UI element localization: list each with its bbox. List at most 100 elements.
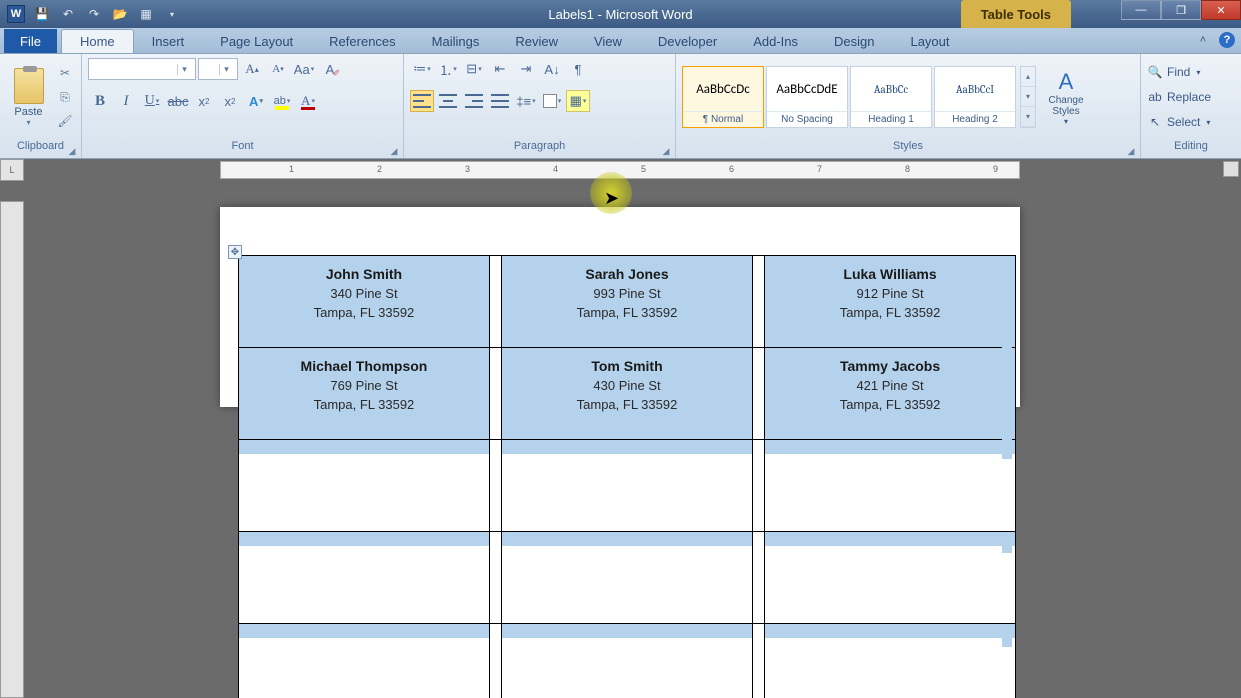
- tab-review[interactable]: Review: [497, 29, 576, 53]
- label-cell[interactable]: [502, 532, 753, 624]
- find-button[interactable]: 🔍Find▾: [1147, 61, 1217, 83]
- new-icon[interactable]: ▦: [134, 3, 158, 25]
- highlight-color-icon[interactable]: ab: [270, 90, 294, 112]
- minimize-button[interactable]: —: [1121, 0, 1161, 20]
- sort-icon[interactable]: A↓: [540, 58, 564, 80]
- format-painter-icon[interactable]: 🖌: [55, 111, 75, 131]
- font-name-combo[interactable]: ▾: [88, 58, 196, 80]
- label-cell[interactable]: Michael Thompson769 Pine StTampa, FL 335…: [239, 348, 490, 440]
- styles-gallery[interactable]: AaBbCcDc¶ NormalAaBbCcDdENo SpacingAaBbC…: [682, 66, 1016, 128]
- label-cell[interactable]: John Smith340 Pine StTampa, FL 33592: [239, 256, 490, 348]
- table-move-handle-icon[interactable]: ✥: [228, 245, 242, 259]
- paragraph-launcher-icon[interactable]: ◢: [661, 146, 671, 156]
- label-spacer: [489, 348, 501, 440]
- clipboard-launcher-icon[interactable]: ◢: [67, 146, 77, 156]
- increase-indent-icon[interactable]: ⇥: [514, 58, 538, 80]
- page[interactable]: John Smith340 Pine StTampa, FL 33592Sara…: [220, 207, 1020, 407]
- select-button[interactable]: ↖Select▾: [1147, 111, 1217, 133]
- line-spacing-icon[interactable]: ‡≡: [514, 90, 538, 112]
- show-hide-icon[interactable]: ¶: [566, 58, 590, 80]
- label-name: Luka Williams: [765, 266, 1015, 282]
- strikethrough-button[interactable]: abc: [166, 90, 190, 112]
- bold-button[interactable]: B: [88, 90, 112, 112]
- decrease-indent-icon[interactable]: ⇤: [488, 58, 512, 80]
- borders-icon[interactable]: ▦: [566, 90, 590, 112]
- tab-selector[interactable]: L: [0, 159, 24, 181]
- ribbon-minimize-icon[interactable]: ˄: [1195, 32, 1211, 48]
- label-cell[interactable]: [239, 624, 490, 698]
- text-effects-icon[interactable]: A: [244, 90, 268, 112]
- redo-icon[interactable]: ↷: [82, 3, 106, 25]
- font-color-icon[interactable]: A: [296, 90, 320, 112]
- save-icon[interactable]: 💾: [30, 3, 54, 25]
- qat-more-icon[interactable]: ▾: [160, 3, 184, 25]
- undo-icon[interactable]: ↶: [56, 3, 80, 25]
- labels-table[interactable]: John Smith340 Pine StTampa, FL 33592Sara…: [238, 255, 1016, 698]
- clear-formatting-icon[interactable]: A✐: [318, 58, 342, 80]
- change-styles-button[interactable]: A Change Styles ▾: [1040, 66, 1092, 128]
- shading-icon[interactable]: [540, 90, 564, 112]
- label-cell[interactable]: Tom Smith430 Pine StTampa, FL 33592: [502, 348, 753, 440]
- italic-button[interactable]: I: [114, 90, 138, 112]
- label-cell[interactable]: [765, 532, 1016, 624]
- subscript-button[interactable]: x2: [192, 90, 216, 112]
- ruler-toggle-icon[interactable]: [1223, 161, 1239, 177]
- file-tab[interactable]: File: [4, 29, 57, 53]
- label-name: Tammy Jacobs: [765, 358, 1015, 374]
- numbering-icon[interactable]: ⒈: [436, 58, 460, 80]
- copy-icon[interactable]: ⎘: [55, 87, 75, 107]
- align-left-icon[interactable]: [410, 90, 434, 112]
- label-cell[interactable]: [765, 624, 1016, 698]
- cut-icon[interactable]: ✂: [55, 63, 75, 83]
- tab-design[interactable]: Design: [816, 29, 892, 53]
- multilevel-list-icon[interactable]: ⊟: [462, 58, 486, 80]
- word-app-icon[interactable]: W: [4, 3, 28, 25]
- label-address-line: Tampa, FL 33592: [502, 397, 752, 412]
- tab-developer[interactable]: Developer: [640, 29, 735, 53]
- font-launcher-icon[interactable]: ◢: [389, 146, 399, 156]
- vertical-ruler[interactable]: [0, 201, 24, 698]
- style-item[interactable]: AaBbCcDdENo Spacing: [766, 66, 848, 128]
- label-cell[interactable]: [502, 624, 753, 698]
- font-size-combo[interactable]: ▾: [198, 58, 238, 80]
- superscript-button[interactable]: x2: [218, 90, 242, 112]
- style-item[interactable]: AaBbCcIHeading 2: [934, 66, 1016, 128]
- clipboard-icon: [14, 68, 44, 104]
- styles-launcher-icon[interactable]: ◢: [1126, 146, 1136, 156]
- align-center-icon[interactable]: [436, 90, 460, 112]
- tab-home[interactable]: Home: [61, 29, 134, 53]
- horizontal-ruler[interactable]: 123456789: [220, 161, 1020, 179]
- grow-font-icon[interactable]: A▴: [240, 58, 264, 80]
- styles-gallery-scroll[interactable]: ▴▾▾: [1020, 66, 1036, 128]
- label-cell[interactable]: Tammy Jacobs421 Pine StTampa, FL 33592: [765, 348, 1016, 440]
- maximize-button[interactable]: ❐: [1161, 0, 1201, 20]
- open-icon[interactable]: 📂: [108, 3, 132, 25]
- document-area[interactable]: John Smith340 Pine StTampa, FL 33592Sara…: [0, 181, 1241, 698]
- label-cell[interactable]: [502, 440, 753, 532]
- justify-icon[interactable]: [488, 90, 512, 112]
- tab-mailings[interactable]: Mailings: [414, 29, 498, 53]
- paste-button[interactable]: Paste ▾: [6, 61, 51, 133]
- style-item[interactable]: AaBbCcDc¶ Normal: [682, 66, 764, 128]
- shrink-font-icon[interactable]: A▾: [266, 58, 290, 80]
- tab-layout[interactable]: Layout: [892, 29, 967, 53]
- help-icon[interactable]: ?: [1219, 32, 1235, 48]
- tab-insert[interactable]: Insert: [134, 29, 203, 53]
- underline-button[interactable]: U: [140, 90, 164, 112]
- bullets-icon[interactable]: ≔: [410, 58, 434, 80]
- tab-page-layout[interactable]: Page Layout: [202, 29, 311, 53]
- editing-group-label: Editing: [1174, 140, 1208, 152]
- style-item[interactable]: AaBbCcHeading 1: [850, 66, 932, 128]
- label-cell[interactable]: Sarah Jones993 Pine StTampa, FL 33592: [502, 256, 753, 348]
- tab-references[interactable]: References: [311, 29, 413, 53]
- tab-view[interactable]: View: [576, 29, 640, 53]
- align-right-icon[interactable]: [462, 90, 486, 112]
- label-cell[interactable]: Luka Williams912 Pine StTampa, FL 33592: [765, 256, 1016, 348]
- label-cell[interactable]: [239, 440, 490, 532]
- label-cell[interactable]: [765, 440, 1016, 532]
- replace-button[interactable]: abReplace: [1147, 86, 1217, 108]
- label-cell[interactable]: [239, 532, 490, 624]
- close-button[interactable]: ✕: [1201, 0, 1241, 20]
- tab-add-ins[interactable]: Add-Ins: [735, 29, 816, 53]
- change-case-icon[interactable]: Aa: [292, 58, 316, 80]
